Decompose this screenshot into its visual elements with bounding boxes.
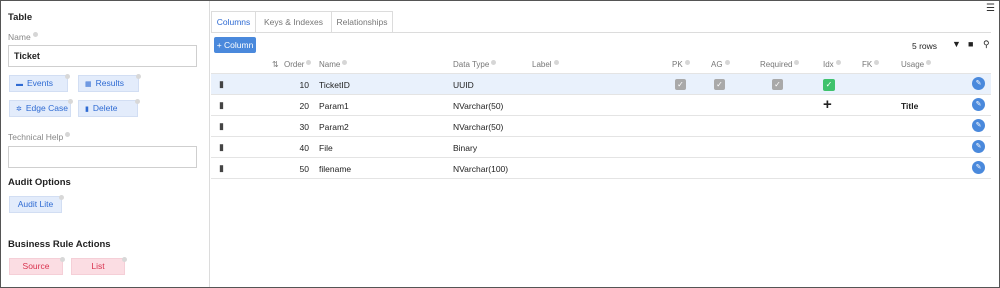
grid-header: ⇅ Order Name Data Type Label PK AG Requi… — [211, 57, 991, 74]
trash-icon[interactable]: ▮ — [219, 79, 224, 90]
cell-name: filename — [319, 164, 352, 174]
menu-icon[interactable]: ☰ — [986, 3, 995, 14]
help-hint-icon[interactable] — [135, 99, 140, 104]
trash-icon[interactable]: ▮ — [219, 142, 224, 153]
save-icon[interactable]: ■ — [968, 39, 973, 49]
audit-lite-button[interactable]: Audit Lite — [9, 195, 64, 213]
edit-icon[interactable]: ✎ — [972, 98, 985, 111]
table-section-title: Table — [8, 12, 33, 23]
edit-icon[interactable]: ✎ — [972, 119, 985, 132]
table-row[interactable]: ▮ 40 File Binary ✎ — [211, 137, 991, 158]
cell-name: Param1 — [319, 101, 349, 111]
tab-columns[interactable]: Columns — [211, 11, 256, 33]
trash-icon[interactable]: ▮ — [219, 163, 224, 174]
cell-order: 40 — [299, 143, 309, 153]
rows-count: 5 rows — [912, 41, 938, 51]
help-hint-icon[interactable] — [60, 257, 65, 262]
header-ag[interactable]: AG — [711, 60, 730, 69]
table-row[interactable]: ▮ 10 TicketID UUID ✓ ✓ ✓ ✓ ✎ — [211, 74, 991, 95]
edge-case-button[interactable]: ✲ Edge Case — [9, 99, 73, 117]
add-index-icon[interactable]: + — [823, 96, 832, 113]
cell-data-type: UUID — [453, 80, 474, 90]
header-required[interactable]: Required — [760, 60, 800, 69]
cell-usage: Title — [901, 101, 919, 111]
help-hint-icon[interactable] — [136, 74, 141, 79]
header-usage[interactable]: Usage — [901, 60, 932, 69]
help-hint-icon[interactable] — [59, 195, 64, 200]
table-name-input[interactable]: Ticket — [8, 45, 197, 67]
header-order[interactable]: Order — [284, 60, 312, 69]
trash-icon[interactable]: ▮ — [219, 121, 224, 132]
help-hint-icon[interactable] — [32, 32, 38, 37]
inbox-icon: ▬ — [16, 81, 23, 88]
results-button[interactable]: ▦ Results — [78, 74, 141, 92]
list-button[interactable]: List — [71, 257, 127, 275]
cell-name: File — [319, 143, 333, 153]
table-row[interactable]: ▮ 30 Param2 NVarchar(50) ✎ — [211, 116, 991, 137]
tab-keys-indexes[interactable]: Keys & Indexes — [255, 11, 332, 33]
business-rule-actions-title: Business Rule Actions — [8, 239, 111, 250]
header-name[interactable]: Name — [319, 60, 348, 69]
technical-help-input[interactable] — [8, 146, 197, 168]
trash-icon[interactable]: ▮ — [219, 100, 224, 111]
pk-checkbox[interactable]: ✓ — [675, 79, 686, 90]
help-hint-icon[interactable] — [122, 257, 127, 262]
table-properties-panel: Table Name Ticket ▬ Events ▦ Results ✲ Edge… — [1, 1, 210, 287]
audit-options-title: Audit Options — [8, 177, 71, 188]
help-hint-icon[interactable] — [68, 99, 73, 104]
filter-icon[interactable]: ▼ — [952, 39, 961, 49]
add-column-button[interactable]: + Column — [214, 37, 256, 53]
source-button[interactable]: Source — [9, 257, 65, 275]
gear-icon: ✲ — [16, 106, 22, 113]
ag-checkbox[interactable]: ✓ — [714, 79, 725, 90]
cell-name: Param2 — [319, 122, 349, 132]
cell-data-type: Binary — [453, 143, 478, 153]
search-icon[interactable]: ⚲ — [983, 39, 990, 50]
cell-order: 10 — [299, 80, 309, 90]
table-icon: ▦ — [85, 81, 92, 88]
cell-data-type: NVarchar(100) — [453, 164, 509, 174]
delete-button[interactable]: ▮ Delete — [78, 99, 140, 117]
edit-icon[interactable]: ✎ — [972, 140, 985, 153]
header-pk[interactable]: PK — [672, 60, 690, 69]
cell-name: TicketID — [319, 80, 350, 90]
technical-help-label: Technical Help — [8, 132, 71, 142]
required-checkbox[interactable]: ✓ — [772, 79, 783, 90]
edit-icon[interactable]: ✎ — [972, 77, 985, 90]
table-row[interactable]: ▮ 50 filename NVarchar(100) ✎ — [211, 158, 991, 179]
tab-relationships[interactable]: Relationships — [331, 11, 393, 33]
table-row[interactable]: ▮ 20 Param1 NVarchar(50) + Title ✎ — [211, 95, 991, 116]
cell-data-type: NVarchar(50) — [453, 101, 504, 111]
events-button[interactable]: ▬ Events — [9, 74, 70, 92]
header-data-type[interactable]: Data Type — [453, 60, 497, 69]
cell-order: 30 — [299, 122, 309, 132]
cell-order: 50 — [299, 164, 309, 174]
header-idx[interactable]: Idx — [823, 60, 841, 69]
help-hint-icon[interactable] — [65, 74, 70, 79]
idx-checkbox[interactable]: ✓ — [823, 79, 835, 91]
header-fk[interactable]: FK — [862, 60, 880, 69]
name-label: Name — [8, 32, 38, 42]
help-hint-icon[interactable] — [65, 132, 71, 137]
trash-icon: ▮ — [85, 106, 89, 113]
header-label[interactable]: Label — [532, 60, 559, 69]
cell-order: 20 — [299, 101, 309, 111]
edit-icon[interactable]: ✎ — [972, 161, 985, 174]
columns-grid: + Column 5 rows ▼ ■ ⚲ ⇅ Order Name Data … — [211, 32, 991, 287]
sort-icon[interactable]: ⇅ — [272, 60, 279, 69]
cell-data-type: NVarchar(50) — [453, 122, 504, 132]
